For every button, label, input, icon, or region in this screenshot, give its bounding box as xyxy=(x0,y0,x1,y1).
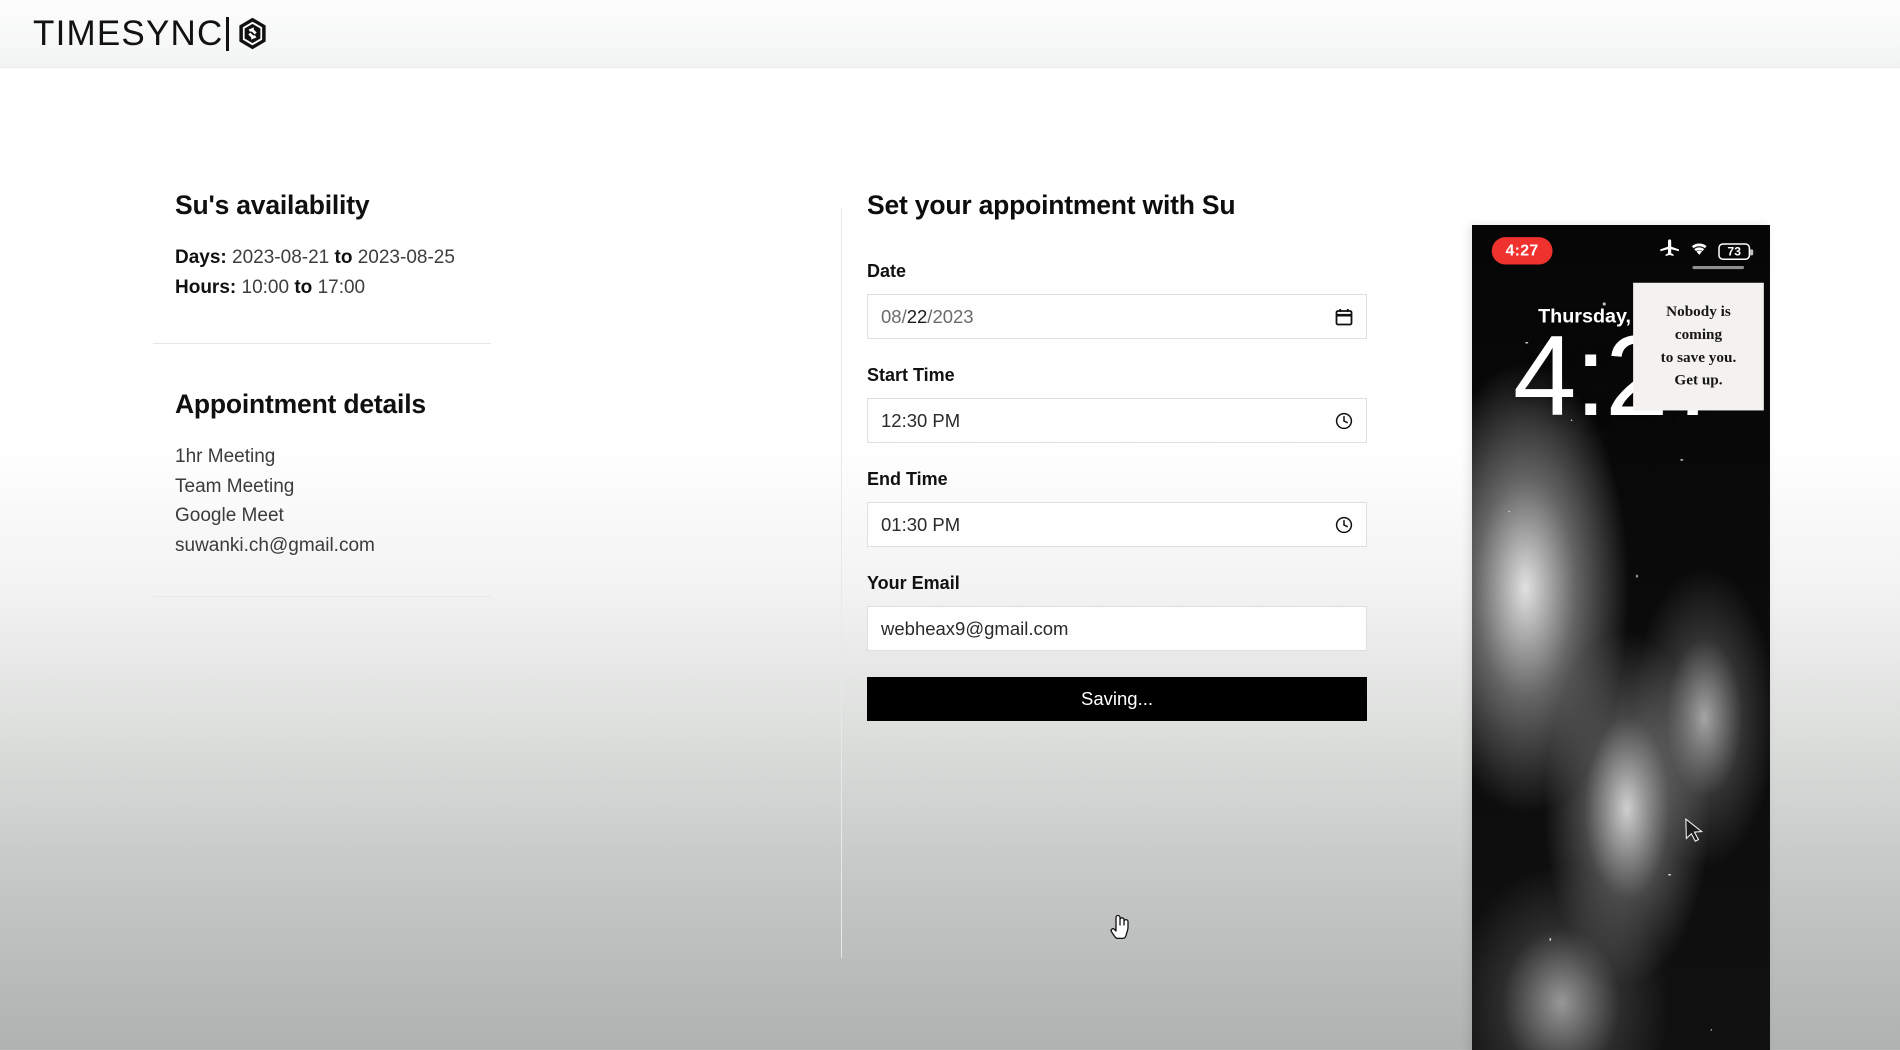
phone-status-bar: 4:27 73 xyxy=(1472,236,1770,266)
appointment-form: Set your appointment with Su Date 08/22/… xyxy=(867,190,1367,721)
battery-indicator: 73 xyxy=(1718,242,1754,260)
days-label: Days: xyxy=(175,247,227,268)
email-value: webheax9@gmail.com xyxy=(881,617,1069,639)
end-time-input[interactable]: 01:30 PM xyxy=(867,502,1367,547)
availability-title: Su's availability xyxy=(175,190,370,220)
calendar-icon[interactable] xyxy=(1335,308,1353,326)
availability-panel: Su's availability Days: 2023-08-21 to 20… xyxy=(153,190,515,597)
date-field-group: Date 08/22/2023 xyxy=(867,261,1367,339)
phone-lockscreen-screenshot: 4:27 73 Thursday, August 4:27 Nobody is … xyxy=(1472,225,1770,1050)
days-start: 2023-08-21 xyxy=(232,247,330,268)
list-item: 1hr Meeting xyxy=(175,446,276,467)
list-item: Team Meeting xyxy=(175,475,295,497)
status-indicator-group: 73 xyxy=(1659,236,1754,265)
list-item: Google Meet xyxy=(175,505,284,526)
email-field[interactable]: webheax9@gmail.com xyxy=(867,606,1367,651)
hours-label: Hours: xyxy=(175,277,237,298)
note-line-2: to save you. xyxy=(1660,349,1737,367)
end-time-label: End Time xyxy=(867,469,948,489)
date-value: 08/22/2023 xyxy=(881,306,974,328)
appointment-details-title: Appointment details xyxy=(175,389,426,419)
note-line-3: Get up. xyxy=(1674,372,1723,390)
clock-icon[interactable] xyxy=(1335,412,1353,430)
start-time-value: 12:30 PM xyxy=(881,409,961,431)
end-time-field-group: End Time 01:30 PM xyxy=(867,469,1367,547)
mouse-cursor-pointer xyxy=(1108,913,1134,941)
availability-days: Days: 2023-08-21 to 2023-08-25 xyxy=(175,243,515,273)
status-time-badge: 4:27 xyxy=(1491,237,1553,265)
note-line-1: Nobody is coming xyxy=(1666,304,1731,344)
form-title: Set your appointment with Su xyxy=(867,190,1236,220)
page-body: Su's availability Days: 2023-08-21 to 20… xyxy=(0,68,1900,1050)
hours-start: 10:00 xyxy=(241,277,290,298)
date-day: 22 xyxy=(906,305,928,327)
panel-divider-bottom xyxy=(153,596,491,597)
start-time-input[interactable]: 12:30 PM xyxy=(867,398,1367,443)
panel-divider-top xyxy=(153,343,491,344)
list-item: suwanki.ch@gmail.com xyxy=(175,534,375,556)
date-year: 2023 xyxy=(932,305,974,327)
wifi-icon xyxy=(1688,237,1711,264)
date-month: 08 xyxy=(881,305,902,327)
hours-separator: to xyxy=(294,277,313,298)
battery-level: 73 xyxy=(1727,244,1741,258)
app-header: TIMESYNC xyxy=(0,0,1900,68)
end-time-value: 01:30 PM xyxy=(881,513,961,535)
save-button[interactable]: Saving... xyxy=(867,677,1367,721)
availability-hours: Hours: 10:00 to 17:00 xyxy=(175,273,515,303)
email-label: Your Email xyxy=(867,573,960,593)
clock-icon[interactable] xyxy=(1335,516,1353,534)
logo-divider xyxy=(226,16,230,51)
email-field-group: Your Email webheax9@gmail.com xyxy=(867,573,1367,651)
days-end: 2023-08-25 xyxy=(357,247,455,268)
hours-end: 17:00 xyxy=(317,277,366,298)
column-divider xyxy=(841,208,842,958)
date-input[interactable]: 08/22/2023 xyxy=(867,294,1367,339)
hexagon-recycle-icon xyxy=(235,16,270,51)
brand-logo[interactable]: TIMESYNC xyxy=(33,14,270,54)
days-separator: to xyxy=(334,247,353,268)
status-underline xyxy=(1692,266,1745,269)
start-time-field-group: Start Time 12:30 PM xyxy=(867,365,1367,443)
sticky-note-widget[interactable]: Nobody is coming to save you. Get up. xyxy=(1633,282,1764,411)
start-time-label: Start Time xyxy=(867,365,955,385)
date-label: Date xyxy=(867,261,907,281)
brand-name: TIMESYNC xyxy=(33,13,224,53)
airplane-mode-icon xyxy=(1659,236,1680,265)
